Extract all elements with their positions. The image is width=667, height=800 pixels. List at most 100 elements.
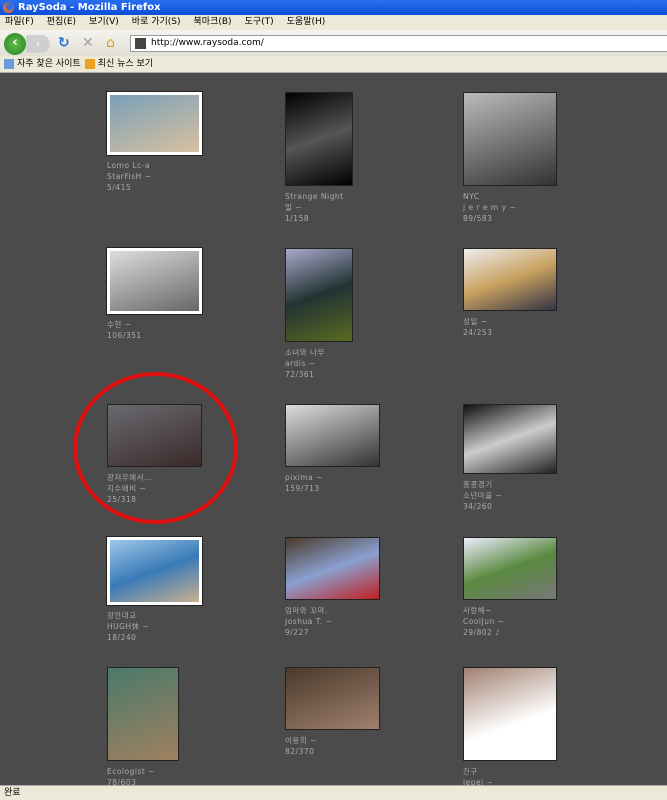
photo-thumbnail[interactable] (285, 92, 353, 186)
home-button[interactable]: ⌂ (106, 33, 115, 53)
photo-caption: 홍콩경기 소년마을 ~34/260 (463, 479, 593, 512)
bookmark-most-visited[interactable]: 자주 찾은 사이트 (4, 56, 81, 72)
photo-title[interactable]: NYC (463, 191, 593, 202)
photo-author[interactable]: StarFisH ~ (107, 171, 237, 182)
photo-author[interactable]: 이용희 ~ (285, 735, 415, 746)
menu-file[interactable]: 파일(F) (5, 15, 34, 30)
photo-caption: pixima ~159/713 (285, 472, 415, 494)
photo-author[interactable]: j e r e m y ~ (463, 202, 593, 213)
photo-tile: NYC j e r e m y ~89/583 (463, 92, 593, 224)
photo-caption: NYC j e r e m y ~89/583 (463, 191, 593, 224)
photo-thumbnail[interactable] (106, 247, 203, 315)
photo-title[interactable]: Strange Night (285, 191, 415, 202)
photo-thumbnail[interactable] (106, 536, 203, 606)
photo-author[interactable]: 수현 ~ (107, 319, 237, 330)
photo-author[interactable]: Ecologist ~ (107, 766, 237, 777)
window-title: RaySoda - Mozilla Firefox (18, 2, 161, 13)
photo-count: 25/318 (107, 495, 137, 504)
menu-bookmarks[interactable]: 북마크(B) (194, 15, 232, 30)
photo-count: 18/240 (107, 633, 137, 642)
bookmark-label: 최신 뉴스 보기 (97, 58, 154, 69)
forward-button[interactable]: › (26, 35, 50, 53)
photo-title[interactable]: 소녀와 나무 (285, 347, 415, 358)
photo-thumbnail[interactable] (285, 667, 380, 730)
photo-title[interactable]: 엄마와 꼬마. (285, 605, 415, 616)
photo-tile: Lomo Lc-a StarFisH ~5/415 (106, 91, 237, 193)
photo-title[interactable]: 광안대교 (107, 610, 237, 621)
photo-author[interactable]: 지수애비 ~ (107, 483, 237, 494)
photo-author[interactable]: CoolJun ~ (463, 616, 593, 627)
photo-author[interactable]: 성일 ~ (463, 316, 593, 327)
menu-view[interactable]: 보기(V) (89, 15, 119, 30)
photo-title[interactable]: 광저우에서... (107, 472, 237, 483)
photo-count: 89/583 (463, 214, 493, 223)
photo-tile: Ecologist ~78/603 (107, 667, 237, 788)
photo-tile: 광안대교 HUGH休 ~18/240 (106, 536, 237, 643)
photo-thumbnail[interactable] (285, 537, 380, 600)
photo-tile: 성일 ~24/253 (463, 248, 593, 338)
photo-thumbnail[interactable] (463, 404, 557, 474)
bookmark-label: 자주 찾은 사이트 (17, 58, 81, 69)
photo-author[interactable]: HUGH休 ~ (107, 621, 237, 632)
photo-thumbnail[interactable] (285, 404, 380, 467)
photo-thumbnail[interactable] (107, 404, 202, 467)
bookmarks-toolbar: 자주 찾은 사이트 최신 뉴스 보기 (0, 56, 667, 73)
photo-tile: 수현 ~106/351 (106, 247, 237, 341)
url-text: http://www.raysoda.com/ (151, 38, 264, 48)
photo-author[interactable]: ardis ~ (285, 358, 415, 369)
status-bar: 완료 (0, 785, 667, 800)
photo-tile: Strange Night 밀 ~1/158 (285, 92, 415, 224)
site-favicon-icon (135, 38, 146, 49)
photo-tile: 사랑해~ CoolJun ~29/802 ♪ (463, 537, 593, 638)
photo-count: 24/253 (463, 328, 493, 337)
photo-title[interactable]: 사랑해~ (463, 605, 593, 616)
photo-author[interactable]: 소년마을 ~ (463, 490, 593, 501)
photo-count: 9/227 (285, 628, 310, 637)
photo-caption: 사랑해~ CoolJun ~29/802 ♪ (463, 605, 593, 638)
menu-bar: 파일(F) 편집(E) 보기(V) 바로 가기(S) 북마크(B) 도구(T) … (0, 15, 667, 30)
photo-caption: 소녀와 나무 ardis ~72/361 (285, 347, 415, 380)
url-bar[interactable]: http://www.raysoda.com/ (130, 35, 667, 52)
menu-edit[interactable]: 편집(E) (47, 15, 76, 30)
photo-thumbnail[interactable] (463, 537, 557, 600)
rss-icon (84, 59, 95, 69)
photo-count: 34/260 (463, 502, 493, 511)
photo-author[interactable]: 밀 ~ (285, 202, 415, 213)
photo-count: 106/351 (107, 331, 142, 340)
photo-author[interactable]: Joshua T. ~ (285, 616, 415, 627)
photo-count: 1/158 (285, 214, 310, 223)
bookmark-latest-news[interactable]: 최신 뉴스 보기 (84, 56, 154, 72)
photo-caption: 광저우에서... 지수애비 ~25/318 (107, 472, 237, 505)
folder-icon (4, 59, 14, 69)
photo-count: 159/713 (285, 484, 320, 493)
back-button[interactable]: ‹ (4, 33, 26, 55)
photo-title[interactable]: 친구 (463, 766, 593, 777)
menu-help[interactable]: 도움말(H) (287, 15, 326, 30)
photo-thumbnail[interactable] (106, 91, 203, 156)
photo-caption: 이용희 ~82/370 (285, 735, 415, 757)
title-bar: RaySoda - Mozilla Firefox (0, 0, 667, 15)
photo-count: 82/370 (285, 747, 315, 756)
stop-button[interactable]: ✕ (82, 33, 94, 53)
photo-caption: Strange Night 밀 ~1/158 (285, 191, 415, 224)
photo-thumbnail[interactable] (463, 92, 557, 186)
status-text: 완료 (4, 788, 21, 798)
photo-tile: 홍콩경기 소년마을 ~34/260 (463, 404, 593, 512)
photo-title[interactable]: 홍콩경기 (463, 479, 593, 490)
photo-caption: 성일 ~24/253 (463, 316, 593, 338)
photo-thumbnail[interactable] (285, 248, 353, 342)
photo-title[interactable]: Lomo Lc-a (107, 160, 237, 171)
menu-go[interactable]: 바로 가기(S) (132, 15, 181, 30)
photo-tile: pixima ~159/713 (285, 404, 415, 494)
photo-author[interactable]: pixima ~ (285, 472, 415, 483)
menu-tools[interactable]: 도구(T) (245, 15, 274, 30)
photo-caption: 광안대교 HUGH休 ~18/240 (107, 610, 237, 643)
reload-button[interactable]: ↻ (58, 33, 70, 53)
photo-thumbnail[interactable] (107, 667, 179, 761)
photo-count: 29/802 ♪ (463, 628, 501, 637)
photo-tile: 소녀와 나무 ardis ~72/361 (285, 248, 415, 380)
photo-count: 5/415 (107, 183, 132, 192)
photo-caption: Lomo Lc-a StarFisH ~5/415 (107, 160, 237, 193)
photo-thumbnail[interactable] (463, 248, 557, 311)
photo-thumbnail[interactable] (463, 667, 557, 761)
